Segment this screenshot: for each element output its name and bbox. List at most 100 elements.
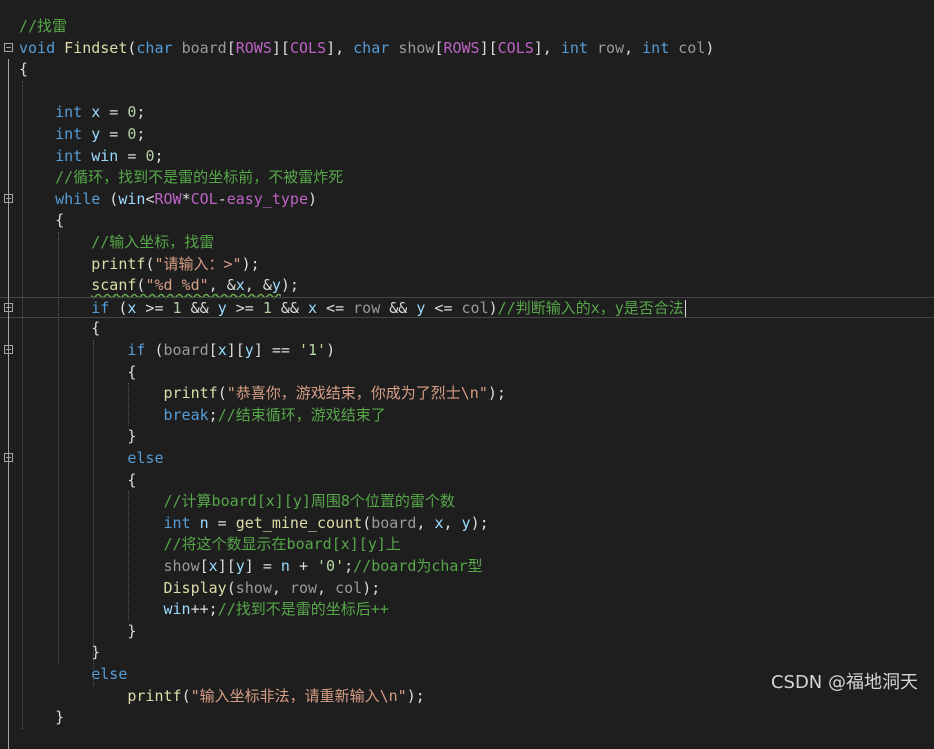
code-line[interactable]: break;//结束循环，游戏结束了 (0, 405, 934, 427)
code-token: ( (362, 513, 372, 532)
code-token: - (217, 189, 227, 208)
code-token: win (163, 600, 191, 619)
code-token: ; (208, 405, 218, 424)
code-token: //输入坐标，找雷 (91, 233, 215, 251)
code-token: "请输入：>" (154, 254, 242, 273)
code-token: ], (533, 38, 561, 57)
code-editor[interactable]: //找雷 void Findset(char board[ROWS][COLS],… (0, 0, 934, 749)
code-text: printf("输入坐标非法，请重新输入\n"); (19, 686, 424, 708)
code-line[interactable]: //计算board[x][y]周围8个位置的雷个数 (0, 491, 934, 513)
code-token: '0' (317, 557, 345, 575)
code-token: int (55, 125, 83, 143)
code-line[interactable]: //找雷 (0, 16, 934, 38)
code-token: win (118, 189, 146, 208)
code-token: row (597, 38, 625, 57)
code-line[interactable]: //循环，找到不是雷的坐标前，不被雷炸死 (0, 167, 934, 189)
code-text: int y = 0; (19, 124, 145, 146)
code-line[interactable]: if (board[x][y] == '1') (0, 340, 934, 362)
code-line[interactable]: Display(show, row, col); (0, 578, 934, 600)
code-line[interactable]: printf("请输入：>"); (0, 254, 934, 276)
code-text: win++;//找到不是雷的坐标后++ (19, 599, 389, 621)
code-line[interactable]: int win = 0; (0, 146, 934, 168)
code-line[interactable]: scanf("%d %d", &x, &y); (0, 275, 934, 297)
code-token: Display (163, 578, 227, 597)
code-line[interactable]: win++;//找到不是雷的坐标后++ (0, 599, 934, 621)
code-line[interactable]: printf("恭喜你，游戏结束，你成为了烈士\n"); (0, 383, 934, 405)
code-line[interactable]: { (0, 318, 934, 340)
code-line[interactable]: } (0, 426, 934, 448)
code-text: while (win<ROW*COL-easy_type) (19, 189, 317, 211)
code-line[interactable]: void Findset(char board[ROWS][COLS], cha… (0, 38, 934, 60)
code-token: "恭喜你，游戏结束，你成为了烈士\n" (226, 384, 488, 403)
code-token: ); (241, 254, 260, 273)
code-text: show[x][y] = n + '0';//board为char型 (19, 556, 483, 578)
code-token: , & (208, 276, 236, 295)
indent-guide (93, 340, 94, 686)
code-token: ); (362, 578, 381, 597)
code-token: } (19, 708, 65, 727)
code-token: int (55, 103, 83, 122)
code-token: { (19, 211, 65, 230)
code-text: { (19, 59, 28, 81)
code-token: break (163, 405, 209, 424)
code-line[interactable]: int x = 0; (0, 102, 934, 124)
fold-toggle-icon[interactable] (4, 42, 13, 52)
code-token: ROW (154, 189, 182, 208)
code-token: ], (326, 38, 354, 57)
code-token: //将这个数显示在board[x][y]上 (163, 535, 401, 554)
code-text: { (19, 362, 136, 384)
code-token: printf (163, 384, 218, 403)
code-text: { (19, 470, 136, 492)
code-token: ( (226, 578, 236, 597)
code-line[interactable]: show[x][y] = n + '0';//board为char型 (0, 556, 934, 578)
code-line[interactable]: { (0, 470, 934, 492)
code-line[interactable]: } (0, 621, 934, 643)
code-line[interactable]: { (0, 59, 934, 81)
code-line[interactable]: } (0, 707, 934, 729)
code-line[interactable]: else (0, 448, 934, 470)
code-line[interactable]: //输入坐标，找雷 (0, 232, 934, 254)
code-token: ( (100, 189, 119, 208)
code-token: else (127, 449, 164, 467)
code-line[interactable]: int y = 0; (0, 124, 934, 146)
code-token: = (118, 146, 146, 165)
code-line[interactable] (0, 81, 934, 103)
code-token: //找到不是雷的坐标后++ (217, 600, 389, 619)
code-token: <= (425, 298, 462, 317)
code-line[interactable]: { (0, 210, 934, 232)
code-line[interactable]: while (win<ROW*COL-easy_type) (0, 189, 934, 211)
code-token: ++; (190, 600, 218, 619)
code-token: y (244, 341, 254, 359)
code-token: { (19, 319, 101, 338)
code-line[interactable]: //将这个数显示在board[x][y]上 (0, 534, 934, 556)
code-token: board (163, 341, 209, 359)
code-text: int x = 0; (19, 102, 145, 124)
code-token: , (624, 38, 643, 57)
code-token: ; (136, 125, 146, 143)
code-token: [ (226, 38, 236, 57)
code-token: [ (199, 557, 209, 575)
code-token: * (181, 189, 191, 208)
code-line[interactable]: { (0, 362, 934, 384)
code-token: row (353, 298, 381, 317)
code-token: show (163, 557, 200, 575)
code-line[interactable]: int n = get_mine_count(board, x, y); (0, 513, 934, 535)
code-token: //循环，找到不是雷的坐标前，不被雷炸死 (55, 168, 344, 187)
code-token: && (380, 298, 417, 317)
code-token: char (136, 38, 173, 57)
code-token: 1 (172, 298, 182, 317)
code-line[interactable]: if (x >= 1 && y >= 1 && x <= row && y <=… (0, 296, 934, 319)
fold-rail (8, 59, 9, 749)
code-line[interactable]: } (0, 642, 934, 664)
code-token: ROWS (443, 38, 480, 57)
